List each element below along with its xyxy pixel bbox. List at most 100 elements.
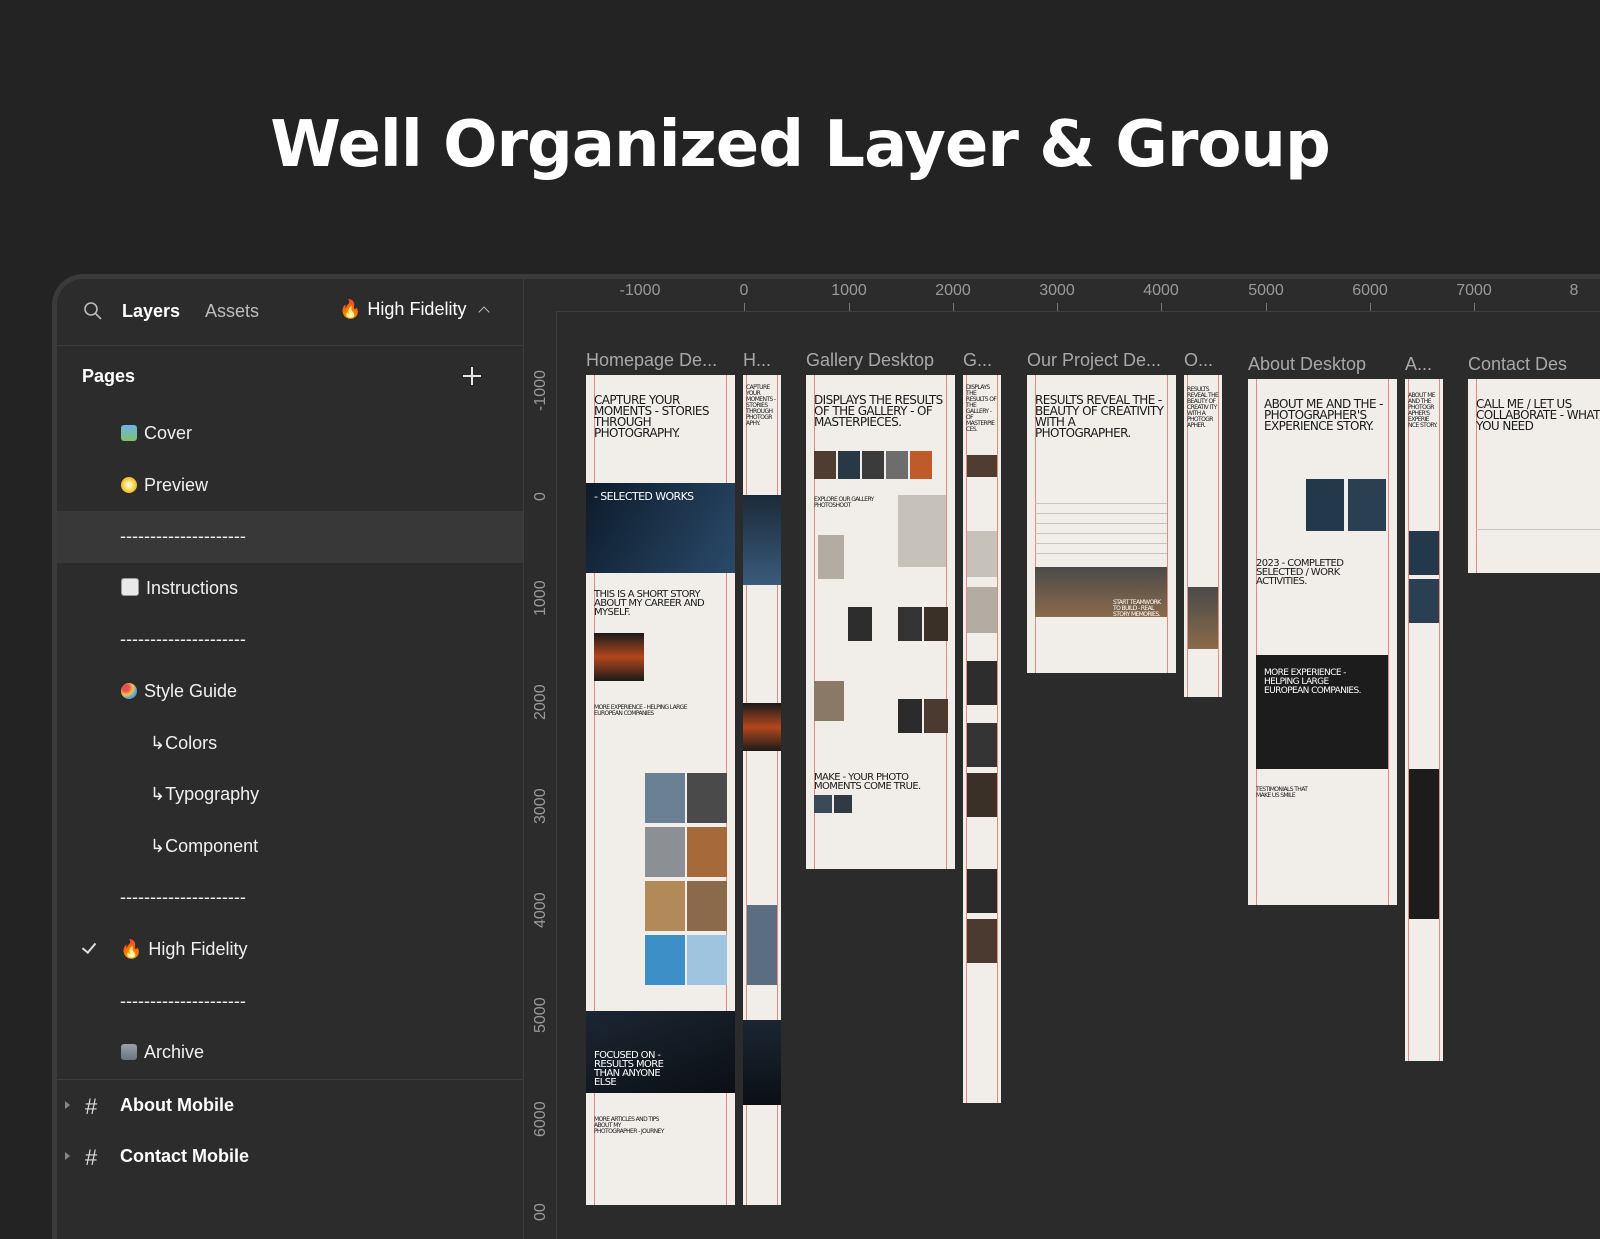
page-label: Style Guide (144, 680, 238, 701)
frame-title-gallery-mobile[interactable]: G... (963, 350, 992, 371)
page-item-divider[interactable]: --------------------- (57, 614, 523, 666)
frame-title-project-desktop[interactable]: Our Project De... (1027, 350, 1161, 371)
image-placeholder (838, 451, 860, 479)
image-placeholder (687, 773, 727, 823)
frame-title-gallery-desktop[interactable]: Gallery Desktop (806, 350, 934, 371)
frame-about-mobile[interactable]: ABOUT ME AND THE PHOTOGR APHER'S EXPERIE… (1405, 379, 1443, 1061)
layout-guide (1408, 379, 1409, 1061)
frame-title-homepage-desktop[interactable]: Homepage De... (586, 350, 717, 371)
page-item-divider[interactable]: --------------------- (57, 511, 523, 563)
page-label: ↳Typography (150, 784, 260, 805)
picture-emoji-icon (121, 425, 137, 441)
frame-project-mobile[interactable]: RESULTS REVEAL THE BEAUTY OF CREATIV ITY… (1184, 375, 1222, 697)
vertical-ruler: -1000 0 1000 2000 3000 4000 5000 6000 00 (524, 311, 557, 1239)
frame-title-about-mobile[interactable]: A... (1405, 354, 1432, 375)
page-item-archive[interactable]: Archive (57, 1027, 523, 1079)
image-placeholder (645, 773, 685, 823)
ruler-tick (1370, 303, 1371, 311)
frame-heading: DISPLAYS THE RESULTS OF THE GALLERY - OF… (814, 393, 943, 429)
page-item-divider[interactable]: --------------------- (57, 976, 523, 1028)
frame-row-about-mobile[interactable]: # About Mobile (57, 1080, 523, 1132)
add-page-icon[interactable] (462, 366, 482, 386)
section-heading: EXPLORE OUR GALLERY PHOTOSHOOT (814, 496, 874, 509)
image-placeholder (1188, 587, 1218, 649)
image-placeholder (967, 531, 997, 577)
search-icon[interactable] (83, 301, 103, 321)
frame-project-desktop[interactable]: RESULTS REVEAL THE - BEAUTY OF CREATIVIT… (1027, 375, 1176, 673)
page-label: ↳Component (150, 835, 259, 856)
frame-heading: ABOUT ME AND THE - PHOTOGRAPHER'S EXPERI… (1264, 397, 1383, 433)
image-placeholder (967, 773, 997, 817)
trash-emoji-icon (121, 1044, 137, 1061)
ruler-tick-label: 3000 (1039, 282, 1075, 299)
page-item-colors[interactable]: ↳Colors (57, 718, 523, 770)
current-page-switcher[interactable]: 🔥 High Fidelity (339, 299, 491, 320)
section-heading: MORE EXPERIENCE - HELPING LARGE EUROPEAN… (594, 704, 688, 717)
tab-layers[interactable]: Layers (122, 301, 180, 322)
image-placeholder (862, 451, 884, 479)
page-item-typography[interactable]: ↳Typography (57, 769, 523, 821)
design-canvas[interactable]: -1000 0 1000 2000 3000 4000 5000 6000 70… (524, 279, 1600, 1239)
page-item-component[interactable]: ↳Component (57, 821, 523, 873)
layout-guide (997, 375, 998, 1103)
ruler-tick (1266, 303, 1267, 311)
frame-hash-icon: # (85, 1145, 98, 1171)
page-item-divider[interactable]: --------------------- (57, 872, 523, 924)
frame-gallery-mobile[interactable]: DISPLAYS THE RESULTS OF THE GALLERY - OF… (963, 375, 1001, 1103)
table-row (1035, 553, 1167, 554)
page-item-cover[interactable]: Cover (57, 408, 523, 460)
page-item-style-guide[interactable]: Style Guide (57, 666, 523, 718)
ruler-tick (849, 303, 850, 311)
frame-title-contact-desktop[interactable]: Contact Des (1468, 354, 1567, 375)
frame-about-desktop[interactable]: ABOUT ME AND THE - PHOTOGRAPHER'S EXPERI… (1248, 379, 1397, 905)
tab-assets[interactable]: Assets (205, 301, 259, 322)
page-item-high-fidelity[interactable]: 🔥 High Fidelity (57, 924, 523, 976)
image-placeholder (924, 607, 948, 641)
pages-header: Pages (57, 346, 523, 408)
ruler-tick (1057, 303, 1058, 311)
expand-arrow-icon[interactable] (65, 1100, 70, 1109)
frame-homepage-mobile[interactable]: CAPTURE YOUR MOMENTS - STORIES THROUGH P… (743, 375, 781, 1205)
image-placeholder (814, 451, 836, 479)
ruler-tick-label: 2000 (532, 684, 549, 720)
section-heading: 2023 - COMPLETED SELECTED / WORK ACTIVIT… (1256, 558, 1344, 587)
frame-title-about-desktop[interactable]: About Desktop (1248, 354, 1366, 375)
frame-heading: ABOUT ME AND THE PHOTOGR APHER'S EXPERIE… (1408, 392, 1437, 429)
frame-heading: RESULTS REVEAL THE - BEAUTY OF CREATIVIT… (1035, 393, 1164, 440)
ruler-tick-label: -1000 (532, 370, 549, 411)
expand-arrow-icon[interactable] (65, 1152, 70, 1161)
frame-heading: DISPLAYS THE RESULTS OF THE GALLERY - OF… (966, 384, 997, 433)
frame-row-contact-mobile[interactable]: # Contact Mobile (57, 1131, 523, 1183)
frames-list: # About Mobile # Contact Mobile (57, 1078, 523, 1183)
frame-hash-icon: # (85, 1093, 98, 1119)
palette-emoji-icon (121, 682, 137, 699)
ruler-tick-label: 5000 (1248, 282, 1284, 299)
editor-window: Layers Assets 🔥 High Fidelity Pages Cove… (57, 279, 1600, 1239)
image-placeholder (1306, 479, 1344, 531)
page-item-preview[interactable]: Preview (57, 460, 523, 512)
layout-guide (1388, 379, 1389, 905)
frame-title-homepage-mobile[interactable]: H... (743, 350, 771, 371)
frame-homepage-desktop[interactable]: CAPTURE YOUR MOMENTS - STORIES THROUGH P… (586, 375, 735, 1205)
ruler-tick-label: 0 (739, 282, 749, 299)
table-row (1035, 503, 1167, 504)
section-heading: THIS IS A SHORT STORY ABOUT MY CAREER AN… (594, 589, 705, 618)
hero-image (743, 1020, 781, 1105)
image-placeholder (967, 661, 997, 705)
ruler-tick-label: 6000 (1352, 282, 1388, 299)
page-item-instructions[interactable]: Instructions (57, 563, 523, 615)
ruler-tick-label: 0 (532, 492, 549, 501)
frame-title-project-mobile[interactable]: O... (1184, 350, 1213, 371)
image-placeholder (687, 827, 727, 877)
ruler-tick-label: -1000 (619, 282, 661, 299)
sparkle-emoji-icon (121, 476, 137, 493)
frame-contact-desktop[interactable]: CALL ME / LET US COLLABORATE - WHAT YOU … (1468, 379, 1600, 573)
divider (1476, 529, 1600, 530)
frame-gallery-desktop[interactable]: DISPLAYS THE RESULTS OF THE GALLERY - OF… (806, 375, 955, 869)
ruler-tick-label: 8 (1569, 282, 1579, 299)
frame-label: Contact Mobile (120, 1146, 249, 1167)
frame-label: About Mobile (120, 1094, 234, 1115)
ruler-tick-label: 4000 (532, 892, 549, 928)
section-heading: START TEAMWORK TO BUILD - REAL STORY MEM… (1113, 599, 1161, 618)
section-heading: TESTIMONIALS THAT MAKE US SMILE (1256, 786, 1308, 799)
